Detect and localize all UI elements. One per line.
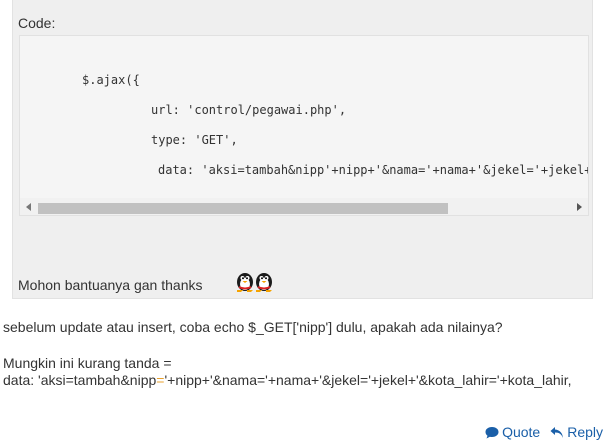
code-content: $.ajax({ url: 'control/pegawai.php', typ… — [20, 36, 588, 196]
speech-bubble-icon — [485, 426, 499, 438]
code-line: $.ajax({ — [82, 73, 140, 87]
reply-line-hint: Mungkin ini kurang tanda = — [3, 355, 172, 371]
scroll-left-arrow-icon[interactable] — [20, 198, 37, 215]
reply-line-code: data: 'aksi=tambah&nipp='+nipp+'&nama='+… — [3, 372, 572, 388]
quote-label: Quote — [502, 424, 541, 440]
horizontal-scrollbar[interactable] — [20, 198, 588, 215]
scrollbar-thumb[interactable] — [38, 203, 448, 214]
scroll-right-arrow-icon[interactable] — [571, 198, 588, 215]
reply-code-after: '+nipp+'&nama='+nama+'&jekel='+jekel+'&k… — [164, 372, 572, 388]
reply-line-question: sebelum update atau insert, coba echo $_… — [3, 319, 503, 335]
reply-label: Reply — [567, 424, 603, 440]
thanks-text: Mohon bantuanya gan thanks — [18, 277, 203, 293]
reply-button[interactable]: Reply — [550, 424, 603, 440]
code-line: url: 'control/pegawai.php', — [151, 103, 347, 117]
quote-button[interactable]: Quote — [485, 424, 540, 440]
code-line: type: 'GET', — [151, 133, 238, 147]
quoted-post: Code: $.ajax({ url: 'control/pegawai.php… — [12, 0, 593, 299]
two-penguins-emoticon-icon — [234, 268, 274, 295]
code-block[interactable]: $.ajax({ url: 'control/pegawai.php', typ… — [19, 35, 589, 216]
reply-code-before: data: 'aksi=tambah&nipp — [3, 372, 157, 388]
code-label: Code: — [18, 15, 56, 31]
reply-arrow-icon — [550, 426, 564, 438]
code-line: data: 'aksi=tambah&nipp'+nipp+'&nama='+n… — [158, 163, 588, 177]
post-actions: Quote Reply — [485, 424, 603, 440]
